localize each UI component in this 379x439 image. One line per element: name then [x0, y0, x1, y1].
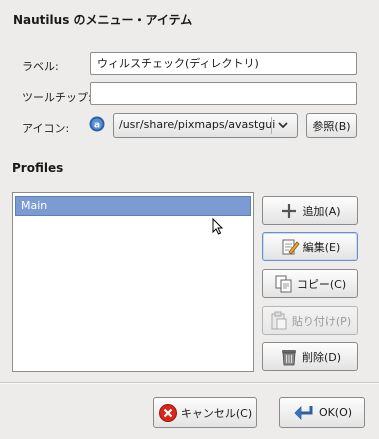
copy-profile-button[interactable]: コピー(C): [262, 269, 358, 298]
list-item[interactable]: Main: [15, 196, 251, 216]
tooltip-field-label: ツールチップ:: [22, 91, 92, 104]
mouse-cursor-icon: [212, 217, 224, 239]
delete-button-label: 削除(D): [301, 350, 342, 364]
label-field-label: ラベル:: [22, 60, 59, 73]
edit-profile-button[interactable]: 編集(E): [262, 232, 358, 261]
plus-icon: [279, 201, 299, 221]
combo-separator: [271, 117, 272, 134]
copy-icon: [274, 274, 294, 294]
label-input[interactable]: ウィルスチェック(ディレクトリ): [90, 52, 357, 75]
icon-path-value: /usr/share/pixmaps/avastgui: [119, 118, 276, 131]
footer-divider-highlight: [0, 383, 379, 384]
enter-arrow-icon: [292, 403, 316, 423]
add-profile-button[interactable]: 追加(A): [262, 196, 358, 225]
ok-button-label: OK(O): [318, 406, 353, 419]
profiles-heading: Profiles: [12, 161, 64, 175]
edit-icon: [280, 237, 300, 257]
svg-text:a: a: [94, 121, 100, 131]
icon-field-label: アイコン:: [22, 122, 70, 135]
avast-icon: a: [89, 116, 105, 132]
paste-button-label: 貼り付け(P): [291, 314, 352, 328]
cancel-button[interactable]: キャンセル(C): [153, 397, 257, 428]
delete-profile-button[interactable]: 削除(D): [262, 342, 358, 371]
chevron-down-icon[interactable]: [277, 116, 289, 137]
copy-button-label: コピー(C): [296, 277, 347, 291]
browse-button[interactable]: 参照(B): [306, 113, 357, 138]
icon-path-combo[interactable]: /usr/share/pixmaps/avastgui: [113, 113, 298, 138]
paste-icon: [269, 311, 289, 331]
add-button-label: 追加(A): [302, 204, 341, 218]
dialog-title: Nautilus のメニュー・アイテム: [13, 13, 193, 27]
cancel-button-label: キャンセル(C): [180, 406, 253, 420]
cancel-icon: [158, 403, 178, 423]
trash-icon: [279, 347, 299, 367]
browse-button-label: 参照(B): [312, 119, 351, 133]
edit-button-label: 編集(E): [302, 240, 341, 254]
paste-profile-button[interactable]: 貼り付け(P): [262, 306, 358, 335]
tooltip-input[interactable]: [90, 82, 357, 105]
ok-button[interactable]: OK(O): [279, 397, 365, 428]
